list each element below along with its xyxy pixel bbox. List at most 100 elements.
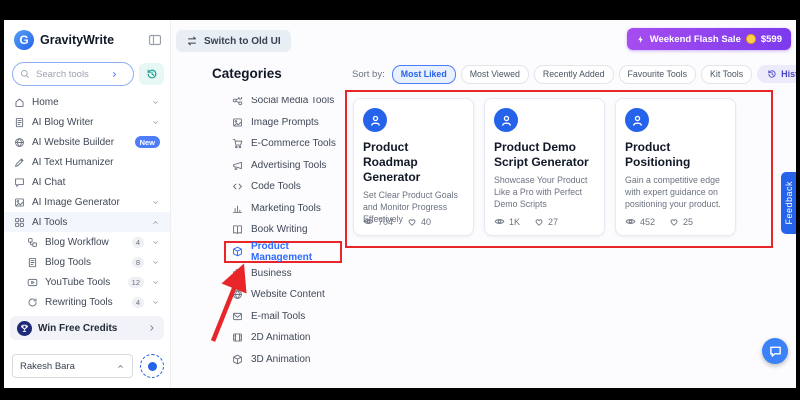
panel-icon xyxy=(148,33,162,47)
flash-sale-button[interactable]: Weekend Flash Sale $599 xyxy=(626,28,791,50)
category-label: Product Management xyxy=(251,240,313,263)
flash-sale-label: Weekend Flash Sale xyxy=(649,33,741,45)
search-input[interactable] xyxy=(12,62,134,86)
history-button[interactable]: History xyxy=(757,65,796,83)
refresh-icon xyxy=(27,297,38,308)
filter-label: Favourite Tools xyxy=(627,69,688,79)
tool-stats: 1K 27 xyxy=(494,216,558,227)
category-label: Marketing Tools xyxy=(251,202,321,214)
category-item-book-writing[interactable]: Book Writing xyxy=(232,219,357,241)
chevron-up-icon xyxy=(151,218,160,227)
new-badge: New xyxy=(134,136,160,148)
filter-kit-tools[interactable]: Kit Tools xyxy=(701,64,753,84)
box-icon xyxy=(232,246,243,257)
filter-most-viewed[interactable]: Most Viewed xyxy=(460,64,529,84)
tool-stats: 704 40 xyxy=(363,216,431,227)
filter-favourite-tools[interactable]: Favourite Tools xyxy=(618,64,697,84)
sidebar-item-ai-chat[interactable]: AI Chat xyxy=(4,172,170,192)
chevron-right-icon xyxy=(147,323,157,333)
category-item-social-media-tools[interactable]: Social Media Tools xyxy=(232,95,357,112)
tool-cards: Product Roadmap Generator Set Clear Prod… xyxy=(353,98,736,236)
credits-badge-icon[interactable] xyxy=(140,354,164,378)
category-item-business[interactable]: Business xyxy=(232,263,357,285)
tool-avatar-icon xyxy=(494,108,518,132)
likes-heart-icon[interactable] xyxy=(669,217,679,227)
tool-card-product-demo-script-generator[interactable]: Product Demo Script Generator Showcase Y… xyxy=(484,98,605,236)
category-label: 2D Animation xyxy=(251,332,311,344)
sidebar-item-label: AI Blog Writer xyxy=(32,116,94,128)
chevron-down-icon xyxy=(151,198,160,207)
sidebar-item-ai-image-generator[interactable]: AI Image Generator xyxy=(4,192,170,212)
chevron-down-icon xyxy=(151,98,160,107)
filter-recently-added[interactable]: Recently Added xyxy=(533,64,614,84)
switch-to-old-ui-button[interactable]: Switch to Old UI xyxy=(176,30,291,52)
category-label: Advertising Tools xyxy=(251,159,327,171)
tool-card-product-positioning[interactable]: Product Positioning Gain a competitive e… xyxy=(615,98,736,236)
category-item-marketing-tools[interactable]: Marketing Tools xyxy=(232,198,357,220)
sidebar-item-label: AI Chat xyxy=(32,176,66,188)
sidebar-item-label: Home xyxy=(32,96,59,108)
sidebar-item-youtube-tools[interactable]: YouTube Tools 12 xyxy=(4,272,170,292)
sidebar-item-rewriting-tools[interactable]: Rewriting Tools 4 xyxy=(4,292,170,312)
category-item-3d-animation[interactable]: 3D Animation xyxy=(232,349,357,371)
views-eye-icon xyxy=(363,216,374,227)
sidebar-item-win-free-credits[interactable]: Win Free Credits xyxy=(10,316,164,340)
chevron-down-icon xyxy=(151,298,160,307)
views-eye-icon xyxy=(494,216,505,227)
category-item-code-tools[interactable]: Code Tools xyxy=(232,176,357,198)
chat-widget-button[interactable] xyxy=(762,338,788,364)
globe-icon xyxy=(14,137,25,148)
category-item-website-content[interactable]: Website Content xyxy=(232,284,357,306)
win-free-credits-label: Win Free Credits xyxy=(38,322,118,334)
mail-icon xyxy=(232,311,243,322)
code-icon xyxy=(232,181,243,192)
feedback-button[interactable]: Feedback xyxy=(781,172,796,234)
sidebar-item-blog-workflow[interactable]: Blog Workflow 4 xyxy=(4,232,170,252)
user-menu[interactable]: Rakesh Bara xyxy=(12,354,133,378)
category-label: Image Prompts xyxy=(251,116,319,128)
sidebar-item-home[interactable]: Home xyxy=(4,92,170,112)
document-icon xyxy=(27,257,38,268)
categories-list: Social Media Tools Image Prompts E-Comme… xyxy=(224,90,357,371)
category-label: Code Tools xyxy=(251,181,301,193)
document-icon xyxy=(14,117,25,128)
category-item-advertising-tools[interactable]: Advertising Tools xyxy=(232,155,357,177)
category-item-image-prompts[interactable]: Image Prompts xyxy=(232,112,357,134)
tool-stats: 452 25 xyxy=(625,216,693,227)
search-row xyxy=(12,62,164,86)
image-icon xyxy=(232,117,243,128)
filter-label: Most Viewed xyxy=(469,69,520,79)
sidebar-item-label: Rewriting Tools xyxy=(45,296,113,308)
history-label: History xyxy=(781,69,796,79)
book-icon xyxy=(232,224,243,235)
views-count: 1K xyxy=(509,216,521,227)
count-badge: 4 xyxy=(131,296,144,308)
likes-heart-icon[interactable] xyxy=(407,217,417,227)
sidebar-item-ai-text-humanizer[interactable]: AI Text Humanizer xyxy=(4,152,170,172)
sidebar-item-blog-tools[interactable]: Blog Tools 8 xyxy=(4,252,170,272)
tool-card-product-roadmap-generator[interactable]: Product Roadmap Generator Set Clear Prod… xyxy=(353,98,474,236)
filter-label: Recently Added xyxy=(542,69,605,79)
category-item-product-management[interactable]: Product Management xyxy=(224,240,342,263)
likes-count: 40 xyxy=(421,216,432,227)
pencil-icon xyxy=(14,157,25,168)
sidebar-item-label: Blog Workflow xyxy=(45,236,109,248)
sidebar-item-ai-tools[interactable]: AI Tools xyxy=(4,212,170,232)
cube-icon xyxy=(232,354,243,365)
sidebar-item-ai-website-builder[interactable]: AI Website Builder New xyxy=(4,132,170,152)
sidebar-item-ai-blog-writer[interactable]: AI Blog Writer xyxy=(4,112,170,132)
video-icon xyxy=(27,277,38,288)
likes-heart-icon[interactable] xyxy=(534,217,544,227)
tool-title: Product Positioning xyxy=(625,140,691,169)
history-icon xyxy=(146,68,158,80)
cart-icon xyxy=(232,138,243,149)
category-item-2d-animation[interactable]: 2D Animation xyxy=(232,327,357,349)
likes-count: 25 xyxy=(683,216,694,227)
recent-tools-button[interactable] xyxy=(139,63,164,85)
collapse-sidebar-button[interactable] xyxy=(148,33,162,47)
share-icon xyxy=(232,95,243,106)
filter-most-liked[interactable]: Most Liked xyxy=(391,64,456,84)
category-item-e-commerce-tools[interactable]: E-Commerce Tools xyxy=(232,133,357,155)
category-item-e-mail-tools[interactable]: E-mail Tools xyxy=(232,306,357,328)
search-field[interactable] xyxy=(34,67,106,81)
